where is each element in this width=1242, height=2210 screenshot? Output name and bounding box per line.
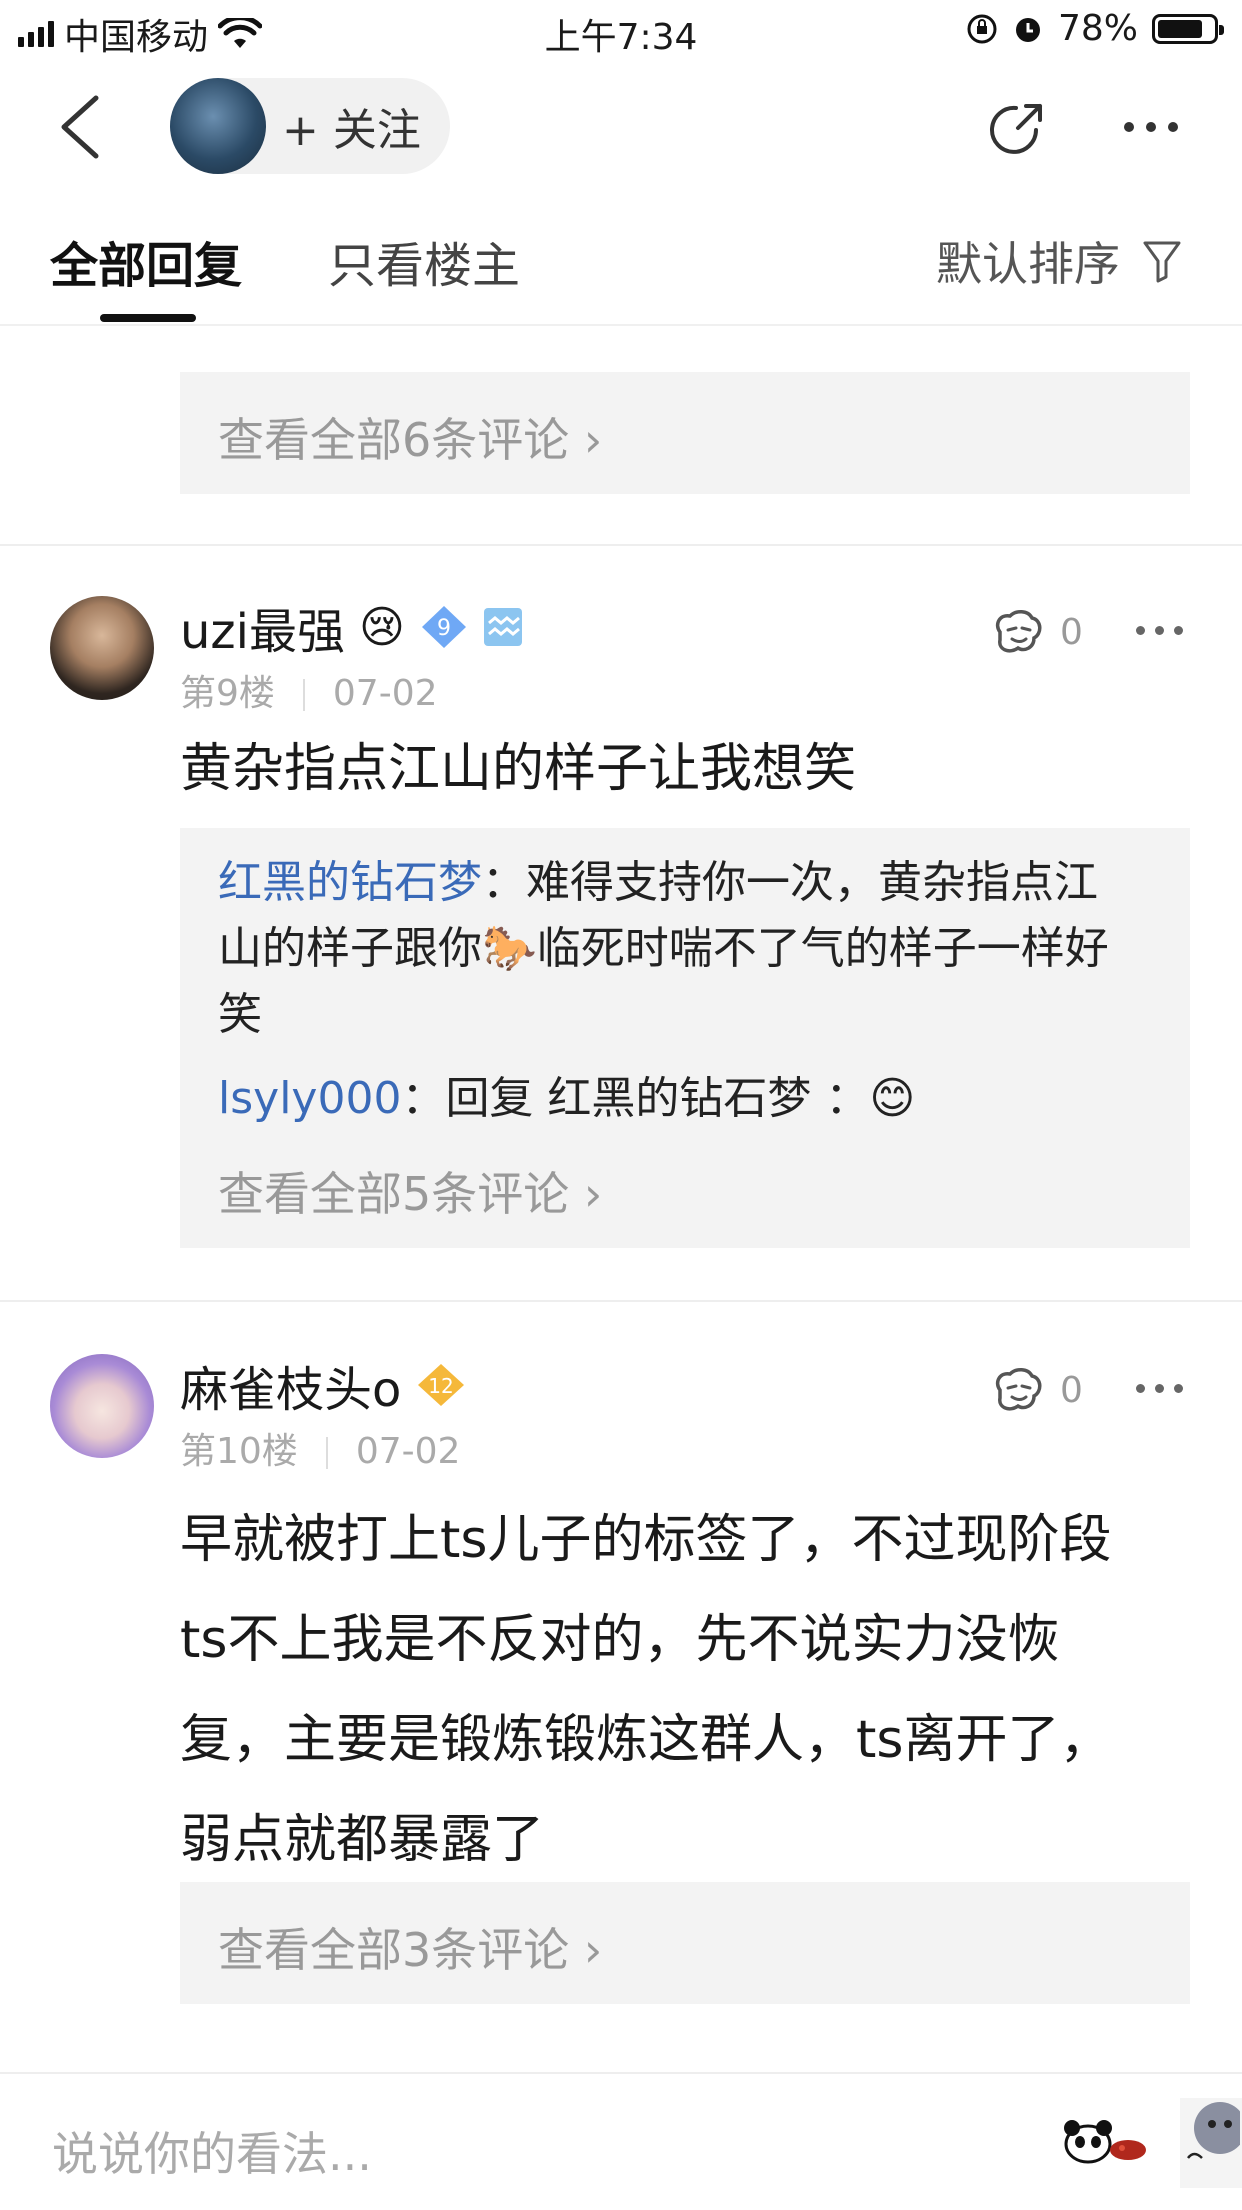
sub-comment[interactable]: 红黑的钻石梦：难得支持你一次，黄杂指点江 山的样子跟你🐎临死时喘不了气的样子一样… [218,850,1158,1048]
like-count: 0 [1060,611,1083,653]
view-all-comments-link[interactable]: 查看全部5条评论 › [218,1158,602,1224]
share-icon[interactable] [984,98,1048,162]
floor-number: 第9楼 [180,673,275,714]
nav-bar: + 关注 [0,62,1242,188]
sticker-button[interactable] [1180,2098,1242,2188]
post-meta: 第10楼 07-02 [180,1422,460,1474]
status-bar: 中国移动 上午7:34 78% [0,0,1242,62]
alarm-icon [1015,17,1040,42]
follow-button[interactable]: + 关注 [170,78,450,174]
post-header: 麻雀枝头o 12 [180,1350,467,1420]
comment-composer: 说说你的看法... [0,2072,1242,2210]
post-more-icon[interactable] [1136,1384,1183,1393]
level-badge-icon: 12 [418,1364,465,1406]
view-all-comments-box[interactable]: 查看全部3条评论 › [180,1882,1190,2004]
sub-comments-box: 红黑的钻石梦：难得支持你一次，黄杂指点江 山的样子跟你🐎临死时喘不了气的样子一样… [180,828,1190,1248]
post-meta: 第9楼 07-02 [180,664,438,716]
view-all-comments-link[interactable]: 查看全部3条评论 › [218,1914,602,1980]
post-divider [0,544,1242,546]
sticker-emoji-icon [1187,2102,1242,2159]
tab-all-replies[interactable]: 全部回复 [50,226,242,296]
author-avatar[interactable] [170,78,266,174]
post-content: 早就被打上ts儿子的标签了，不过现阶段 ts不上我是不反对的，先不说实力没恢 复… [180,1510,1112,1870]
follow-label: + 关注 [282,105,421,156]
sub-comment-author[interactable]: 红黑的钻石梦 [218,857,482,908]
sort-dropdown[interactable]: 默认排序 [936,228,1182,294]
comment-input[interactable]: 说说你的看法... [52,2118,372,2184]
sub-comment-author[interactable]: lsyly000 [218,1073,401,1124]
username[interactable]: 麻雀枝头o [180,1350,401,1420]
like-icon [995,610,1042,653]
post-more-icon[interactable] [1136,626,1183,635]
panda-emoji-icon[interactable] [1060,2114,1150,2170]
level-badge-icon: 9 [421,606,466,648]
svg-text:12: 12 [429,1374,454,1398]
username[interactable]: uzi最强 [180,592,345,662]
post-content: 黄杂指点江山的样子让我想笑 [180,739,857,799]
user-avatar[interactable] [50,596,154,700]
battery-icon [1152,13,1224,44]
like-button[interactable]: 0 [990,608,1083,656]
back-arrow-icon[interactable] [52,92,112,162]
battery-percent: 78% [1057,8,1138,49]
sub-comment[interactable]: lsyly000：回复 红黑的钻石梦 ：😊 [218,1066,915,1132]
like-count: 0 [1060,1369,1083,1411]
view-all-comments-box[interactable]: 查看全部6条评论 › [180,372,1190,494]
active-tab-indicator [100,314,196,322]
orientation-lock-icon [967,14,997,43]
tab-bar: 全部回复 只看楼主 默认排序 [0,188,1242,326]
more-options-icon[interactable] [1124,122,1178,132]
post-divider [0,1300,1242,1302]
like-icon [995,1368,1042,1411]
like-button[interactable]: 0 [990,1366,1083,1414]
view-all-comments-link[interactable]: 查看全部6条评论 › [218,404,602,470]
post-date: 07-02 [332,673,438,714]
username-emoji: 😢 [358,601,405,653]
filter-icon [1143,241,1181,283]
sort-label: 默认排序 [936,237,1120,291]
tab-op-only[interactable]: 只看楼主 [328,226,520,296]
user-avatar[interactable] [50,1354,154,1458]
svg-text:9: 9 [437,616,451,641]
post-date: 07-02 [355,1431,461,1472]
post-header: uzi最强 😢 9 [180,592,523,662]
floor-number: 第10楼 [180,1431,298,1472]
aquarius-badge-icon [483,608,522,646]
